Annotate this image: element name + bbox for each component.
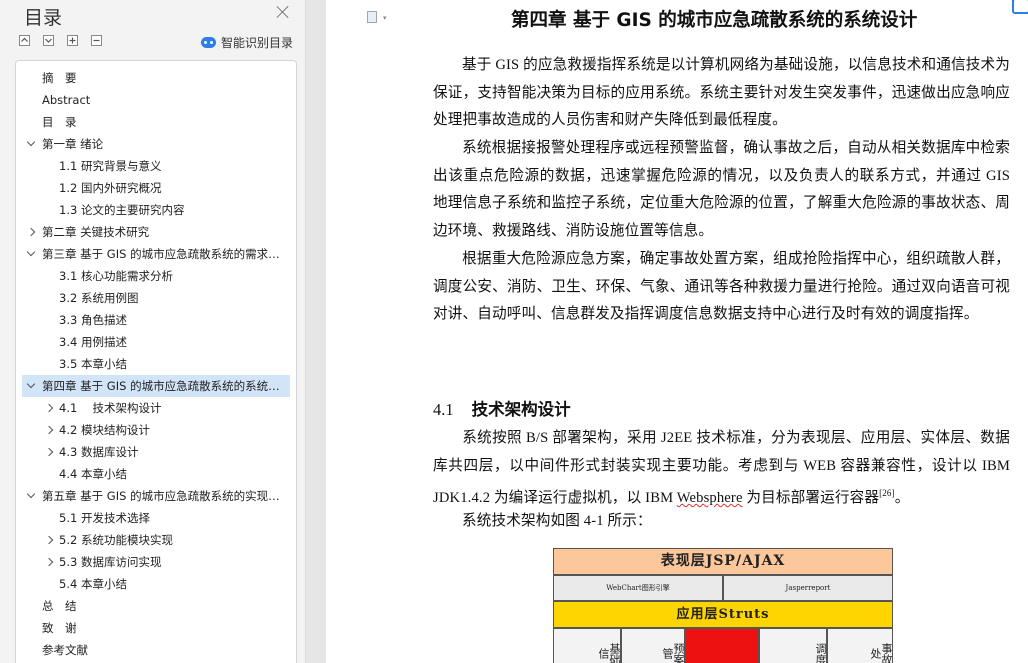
chevron-down-icon[interactable]	[26, 137, 36, 147]
section-heading: 4.1 技术架构设计	[433, 400, 571, 419]
webchart-engine: WebChart图形引擎	[553, 575, 723, 601]
paragraph-5: 系统技术架构如图 4-1 所示：	[462, 513, 652, 529]
chapter-title: 第四章 基于 GIS 的城市应急疏散系统的系统设计	[511, 10, 918, 31]
toc-item[interactable]: 第二章 关键技术研究	[22, 221, 290, 243]
chevron-right-icon[interactable]	[26, 227, 36, 237]
toc-pane: 目录 智能识别目录 摘 要 Abstract 目 录第一章 绪论 1.1 研究背景与意…	[0, 0, 306, 663]
toc-item-label: 第三章 基于 GIS 的城市应急疏散系统的需求分析	[42, 247, 284, 261]
paragraph-3: 根据重大危险源应急方案，确定事故处置方案，组成抢险指挥中心，组织疏散人群，调度公…	[433, 251, 1010, 323]
collapse-all-icon[interactable]	[19, 35, 30, 46]
toc-item[interactable]: 4.1 技术架构设计	[22, 397, 290, 419]
toc-item[interactable]: 4.4 本章小结	[22, 463, 290, 485]
toc-item-label: 3.3 角色描述	[59, 313, 127, 327]
module-plan: 预案管	[621, 628, 685, 663]
document-area: ▾ 第四章 基于 GIS 的城市应急疏散系统的系统设计 基于 GIS 的应急救援…	[306, 0, 1028, 663]
toc-item[interactable]: 5.4 本章小结	[22, 573, 290, 595]
toc-item[interactable]: 第五章 基于 GIS 的城市应急疏散系统的实现与测试	[22, 485, 290, 507]
toc-item-label: 总 结	[42, 599, 77, 613]
toc-item[interactable]: 4.3 数据库设计	[22, 441, 290, 463]
paragraph-4: 系统按照 B/S 部署架构，采用 J2EE 技术标准，分为表现层、应用层、实体层…	[433, 430, 1010, 507]
toc-item[interactable]: 总 结	[22, 595, 290, 617]
chevron-down-icon[interactable]	[26, 379, 36, 389]
toc-item-label: 致 谢	[42, 621, 77, 635]
toc-item-label: 参考文献	[42, 643, 88, 657]
chevron-right-icon[interactable]	[44, 447, 54, 457]
add-heading-icon[interactable]	[67, 35, 78, 46]
document-page: ▾ 第四章 基于 GIS 的城市应急疏散系统的系统设计 基于 GIS 的应急救援…	[326, 0, 1028, 663]
toc-item[interactable]: 致 谢	[22, 617, 290, 639]
toc-item-label: 4.4 本章小结	[59, 467, 127, 481]
chevron-right-icon[interactable]	[44, 403, 54, 413]
toc-item[interactable]: 3.1 核心功能需求分析	[22, 265, 290, 287]
toc-item-label: 5.1 开发技术选择	[59, 511, 150, 525]
toc-item-label: 1.3 论文的主要研究内容	[59, 203, 185, 217]
toc-item[interactable]: 第一章 绪论	[22, 133, 290, 155]
chevron-down-icon[interactable]	[26, 247, 36, 257]
toc-item-label: 3.5 本章小结	[59, 357, 127, 371]
document-icon[interactable]	[367, 11, 377, 23]
toc-item-label: 1.1 研究背景与意义	[59, 159, 162, 173]
toc-item-label: 3.1 核心功能需求分析	[59, 269, 173, 283]
toc-item-label: 3.4 用例描述	[59, 335, 127, 349]
toc-item-label: 4.2 模块结构设计	[59, 423, 150, 437]
close-icon[interactable]	[276, 5, 290, 19]
jasperreport: Jasperreport	[723, 575, 893, 601]
toc-item-label: 第四章 基于 GIS 的城市应急疏散系统的系统设计	[42, 379, 284, 393]
toc-item-label: 目 录	[42, 115, 77, 129]
chevron-down-icon[interactable]	[26, 489, 36, 499]
toc-item[interactable]: 摘 要	[22, 67, 290, 89]
toc-item[interactable]: 第四章 基于 GIS 的城市应急疏散系统的系统设计	[22, 375, 290, 397]
toc-item-label: Abstract	[42, 93, 91, 107]
toc-item[interactable]: 5.3 数据库访问实现	[22, 551, 290, 573]
chevron-down-icon[interactable]: ▾	[383, 14, 387, 22]
toc-item[interactable]: 5.1 开发技术选择	[22, 507, 290, 529]
chevron-right-icon[interactable]	[44, 535, 54, 545]
paragraph-1: 基于 GIS 的应急救援指挥系统是以计算机网络为基础设施，以信息技术和通信技术为…	[433, 57, 1010, 129]
toc-item-label: 4.1 技术架构设计	[59, 401, 162, 415]
paragraph-2: 系统根据接报警处理程序或远程预警监督，确认事故之后，自动从相关数据库中检索出该重…	[433, 140, 1010, 239]
toc-item-label: 1.2 国内外研究概况	[59, 181, 162, 195]
window-corner-icon	[1012, 0, 1028, 14]
smart-toc-label: 智能识别目录	[221, 35, 294, 50]
toc-item[interactable]: 3.5 本章小结	[22, 353, 290, 375]
toc-item-label: 第二章 关键技术研究	[42, 225, 150, 239]
chevron-right-icon[interactable]	[44, 425, 54, 435]
toc-item[interactable]: 5.2 系统功能模块实现	[22, 529, 290, 551]
citation: [26]	[879, 488, 895, 499]
toc-item-label: 摘 要	[42, 71, 77, 85]
chevron-right-icon[interactable]	[44, 557, 54, 567]
application-layer: 应用层Struts	[553, 601, 893, 628]
module-highlighted	[685, 628, 759, 663]
spellcheck-word: Websphere	[676, 490, 743, 507]
toc-item[interactable]: 1.1 研究背景与意义	[22, 155, 290, 177]
toc-item-label: 第一章 绪论	[42, 137, 104, 151]
module-accident: 事故处	[827, 628, 893, 663]
toc-item[interactable]: 1.3 论文的主要研究内容	[22, 199, 290, 221]
toc-item[interactable]: Abstract	[22, 89, 290, 111]
remove-heading-icon[interactable]	[91, 35, 102, 46]
toc-item-label: 5.4 本章小结	[59, 577, 127, 591]
toc-item[interactable]: 1.2 国内外研究概况	[22, 177, 290, 199]
smart-toc-button[interactable]: 智能识别目录	[201, 34, 293, 50]
toc-item[interactable]: 3.3 角色描述	[22, 309, 290, 331]
toc-item[interactable]: 3.4 用例描述	[22, 331, 290, 353]
presentation-layer: 表现层JSP/AJAX	[553, 548, 893, 575]
module-dispatch: 调度	[759, 628, 827, 663]
toc-item[interactable]: 第三章 基于 GIS 的城市应急疏散系统的需求分析	[22, 243, 290, 265]
toc-item-label: 4.3 数据库设计	[59, 445, 139, 459]
toc-item-label: 5.3 数据库访问实现	[59, 555, 162, 569]
toc-item[interactable]: 参考文献	[22, 639, 290, 661]
ai-cloud-icon	[201, 36, 216, 48]
toc-item[interactable]: 4.2 模块结构设计	[22, 419, 290, 441]
toc-title: 目录	[24, 7, 63, 29]
toc-item-label: 3.2 系统用例图	[59, 291, 139, 305]
module-basic-info: 基础信	[553, 628, 621, 663]
toc-item[interactable]: 3.2 系统用例图	[22, 287, 290, 309]
toc-item-label: 第五章 基于 GIS 的城市应急疏散系统的实现与测试	[42, 489, 284, 503]
toc-list: 摘 要 Abstract 目 录第一章 绪论 1.1 研究背景与意义 1.2 国内外研究…	[15, 60, 297, 663]
architecture-diagram: 表现层JSP/AJAX WebChart图形引擎 Jasperreport 应用…	[553, 548, 893, 663]
toc-item[interactable]: 目 录	[22, 111, 290, 133]
toc-item-label: 5.2 系统功能模块实现	[59, 533, 173, 547]
expand-all-icon[interactable]	[43, 35, 54, 46]
